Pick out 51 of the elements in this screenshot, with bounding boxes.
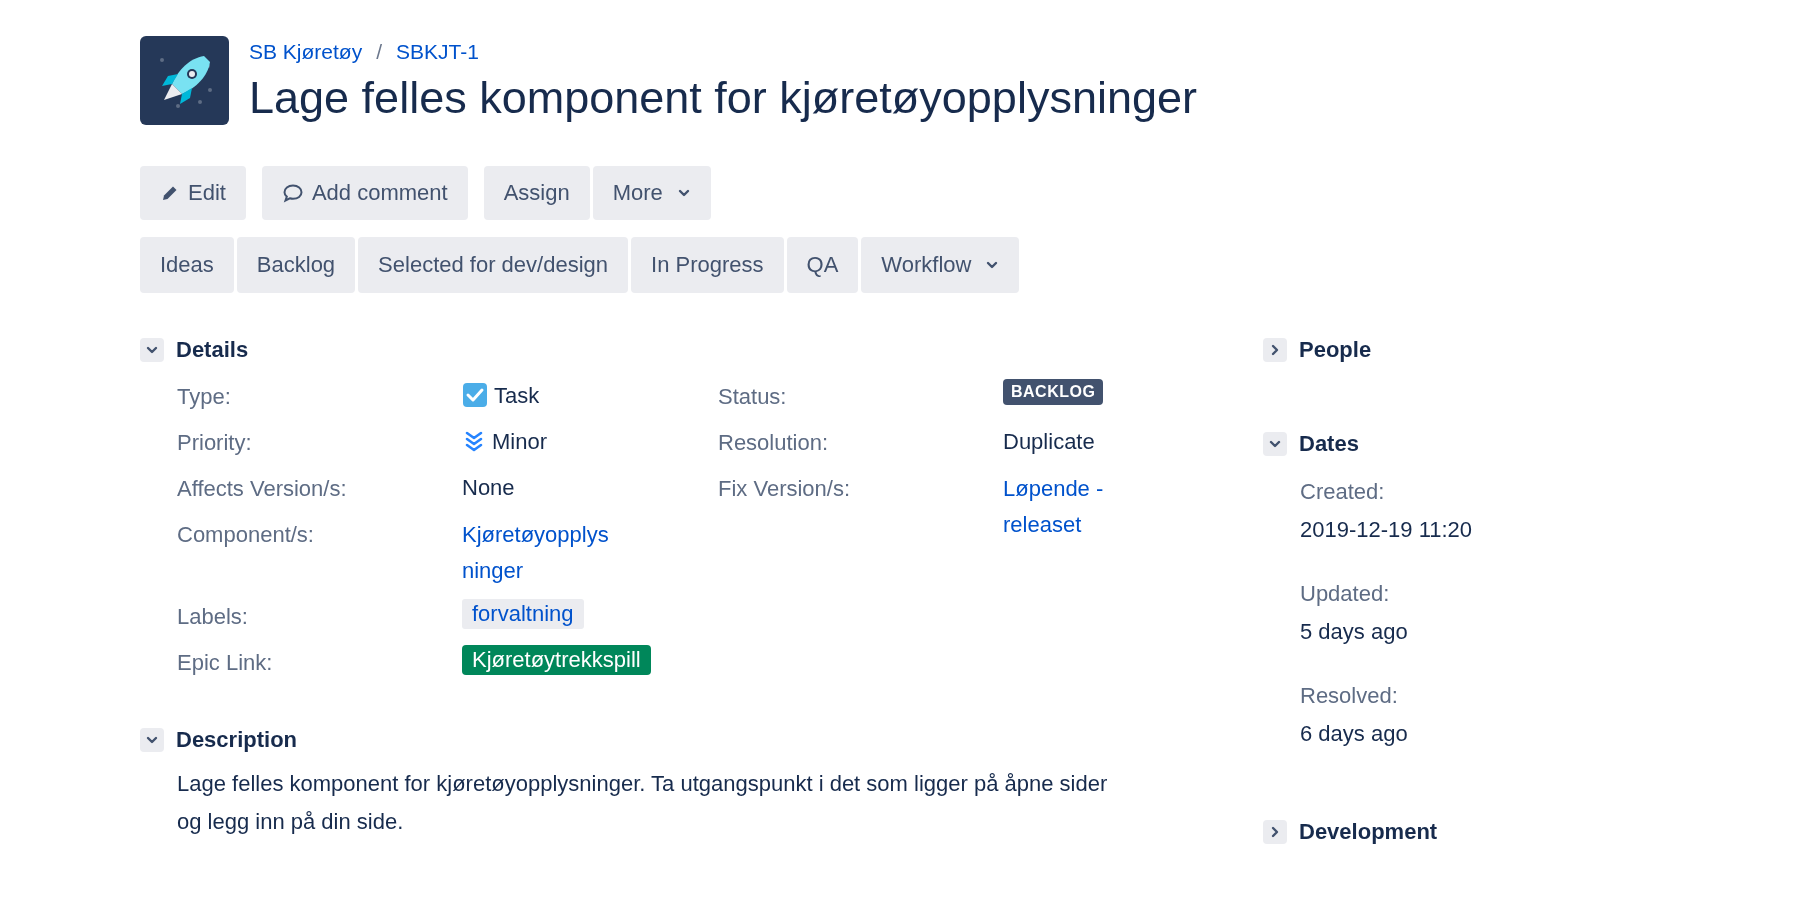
- breadcrumb-separator: /: [376, 39, 383, 65]
- workflow-button[interactable]: Selected for dev/design: [358, 236, 629, 293]
- field-label: Priority:: [177, 428, 253, 457]
- section-heading: People: [1299, 336, 1372, 364]
- field-value: Minor: [492, 427, 547, 456]
- date-value: 6 days ago: [1300, 719, 1409, 748]
- speech-bubble-icon: [281, 182, 304, 203]
- field-label: Epic Link:: [177, 648, 274, 677]
- toggle-button[interactable]: [140, 337, 164, 362]
- field-label: Affects Version/s:: [177, 474, 348, 503]
- description-text: Lage felles komponent for kjøretøyopplysninger. Ta utgangspunkt i det som ligger på åpne sider og legg inn på din side.: [176, 769, 1109, 836]
- workflow-button[interactable]: In Progress: [631, 236, 784, 293]
- field-label: Type:: [177, 382, 232, 411]
- field-label: Status:: [718, 382, 788, 411]
- date-label: Created:: [1300, 477, 1386, 506]
- checkbox-icon: [462, 382, 488, 408]
- section-heading: Details: [176, 336, 249, 364]
- field-label: Component/s:: [177, 520, 315, 549]
- toggle-button[interactable]: [1263, 431, 1287, 456]
- action-button[interactable]: More: [592, 165, 711, 220]
- field-value: None: [462, 473, 515, 502]
- section-heading: Development: [1299, 818, 1438, 846]
- status-lozenge: BACKLOG: [1003, 378, 1104, 405]
- action-button[interactable]: Add comment: [261, 165, 468, 220]
- project-avatar-icon: [140, 36, 229, 126]
- action-button[interactable]: Edit: [140, 165, 246, 220]
- field-label: Fix Version/s:: [718, 474, 852, 503]
- workflow-button[interactable]: Backlog: [236, 236, 356, 293]
- workflow-button[interactable]: QA: [786, 236, 859, 293]
- breadcrumb-link[interactable]: SBKJT-1: [396, 36, 479, 68]
- date-value: 2019-12-19 11:20: [1300, 515, 1473, 544]
- date-label: Updated:: [1300, 579, 1391, 608]
- toggle-button[interactable]: [1263, 337, 1287, 362]
- breadcrumb-link[interactable]: SB Kjøretøy: [249, 36, 363, 68]
- workflow-button[interactable]: Workflow: [861, 236, 1020, 293]
- field-link[interactable]: Løpende - releaset: [1003, 470, 1113, 543]
- issue-title: Lage felles komponent for kjøretøyopplysninger: [249, 70, 1197, 125]
- epic-link[interactable]: Kjøretøytrekkspill: [462, 644, 651, 675]
- action-button[interactable]: Assign: [483, 165, 590, 220]
- field-value: Duplicate: [1003, 427, 1095, 456]
- section-heading: Description: [176, 726, 298, 754]
- date-label: Resolved:: [1300, 681, 1399, 710]
- field-label: Resolution:: [718, 428, 830, 457]
- toggle-button[interactable]: [140, 727, 164, 752]
- toggle-button[interactable]: [1263, 819, 1287, 844]
- workflow-button[interactable]: Ideas: [140, 236, 234, 293]
- field-value: Task: [494, 381, 540, 410]
- section-heading: Dates: [1299, 430, 1359, 458]
- date-value: 5 days ago: [1300, 617, 1409, 646]
- label-tag[interactable]: forvaltning: [462, 598, 584, 629]
- field-label: Labels:: [177, 602, 249, 631]
